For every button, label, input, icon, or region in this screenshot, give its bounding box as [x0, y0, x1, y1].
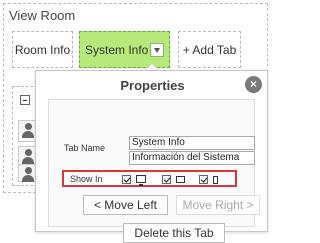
close-icon[interactable]: ×	[245, 76, 262, 93]
properties-form: Tab Name System Info Información del Sis…	[48, 99, 260, 243]
show-in-row: Show In	[62, 170, 237, 187]
move-left-button[interactable]: < Move Left	[83, 195, 168, 215]
move-right-button[interactable]: Move Right >	[176, 195, 260, 215]
phone-checkbox[interactable]	[199, 175, 208, 184]
tab-label: System Info	[85, 42, 149, 57]
popover-title: Properties	[120, 78, 185, 93]
user-icon	[22, 123, 34, 139]
show-in-label: Show In	[70, 174, 103, 184]
collapse-icon[interactable]	[20, 95, 30, 105]
chevron-down-icon[interactable]	[150, 43, 164, 57]
tablet-checkbox[interactable]	[162, 175, 171, 184]
tab-name-input-es[interactable]: Información del Sistema	[129, 151, 255, 165]
tab-label: + Add Tab	[182, 42, 237, 57]
tab-label: Room Info	[14, 42, 71, 57]
properties-popover: Properties × Tab Name System Info Inform…	[35, 70, 268, 243]
delete-tab-button[interactable]: Delete this Tab	[123, 223, 225, 243]
desktop-checkbox[interactable]	[122, 175, 131, 184]
user-icon	[22, 149, 34, 165]
tab-room-info[interactable]: Room Info	[12, 31, 73, 68]
desktop-icon	[136, 175, 146, 186]
phone-icon	[213, 176, 218, 184]
view-room-title: View Room	[9, 8, 76, 23]
add-tab-button[interactable]: + Add Tab	[178, 31, 241, 68]
tablet-icon	[176, 176, 185, 183]
tag-icon	[22, 167, 34, 183]
tab-name-input-en[interactable]: System Info	[129, 136, 255, 150]
tab-name-label: Tab Name	[64, 143, 106, 153]
